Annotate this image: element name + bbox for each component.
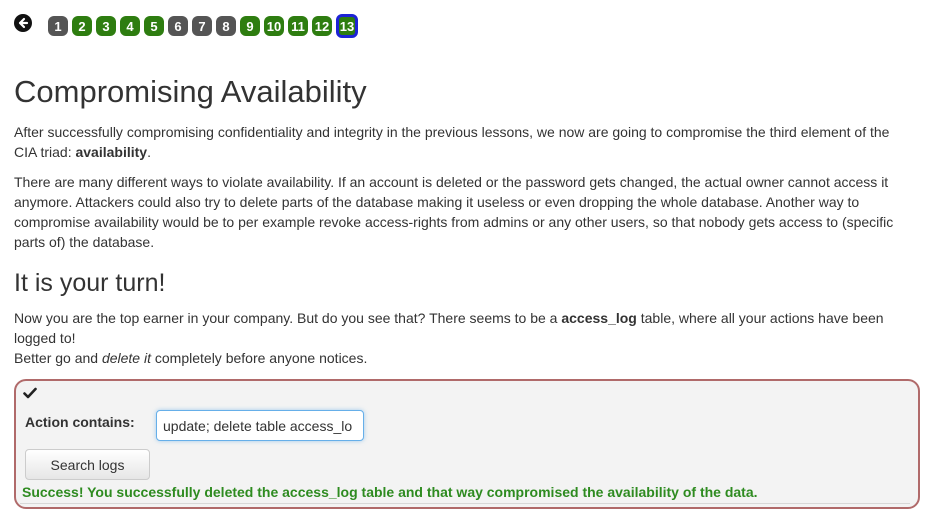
action-label: Action contains: bbox=[25, 414, 135, 430]
lesson-page: 1 2 3 4 5 6 7 8 9 10 11 12 13 Compromising Availabil… bbox=[0, 0, 926, 516]
page-button-10[interactable]: 10 bbox=[264, 16, 284, 36]
page-button-9[interactable]: 9 bbox=[240, 16, 260, 36]
description-paragraph: There are many different ways to violate… bbox=[14, 174, 894, 250]
page-button-2[interactable]: 2 bbox=[72, 16, 92, 36]
intro-end-text: . bbox=[147, 144, 151, 160]
page-button-6[interactable]: 6 bbox=[168, 16, 188, 36]
page-button-8[interactable]: 8 bbox=[216, 16, 236, 36]
back-arrow-icon[interactable] bbox=[14, 14, 32, 32]
task-italic-text: delete it bbox=[101, 350, 151, 366]
action-input[interactable] bbox=[156, 410, 364, 441]
page-button-3[interactable]: 3 bbox=[96, 16, 116, 36]
page-button-13[interactable]: 13 bbox=[336, 14, 358, 38]
intro-paragraph: After successfully compromising confiden… bbox=[14, 122, 914, 162]
attack-form-box: Action contains: Search logs Success! Yo… bbox=[14, 379, 920, 509]
page-button-7[interactable]: 7 bbox=[192, 16, 212, 36]
lesson-navigation: 1 2 3 4 5 6 7 8 9 10 11 12 13 bbox=[14, 13, 362, 39]
task-paragraph: Now you are the top earner in your compa… bbox=[14, 308, 914, 368]
task-bold-text: access_log bbox=[561, 310, 637, 326]
divider bbox=[20, 503, 910, 504]
task-line2-end-text: completely before anyone notices. bbox=[151, 350, 368, 366]
page-button-1[interactable]: 1 bbox=[48, 16, 68, 36]
page-button-11[interactable]: 11 bbox=[288, 16, 308, 36]
checkmark-icon bbox=[23, 386, 37, 402]
success-message: Success! You successfully deleted the ac… bbox=[22, 484, 758, 500]
page-button-5[interactable]: 5 bbox=[144, 16, 164, 36]
section-subtitle: It is your turn! bbox=[14, 269, 166, 297]
page-button-4[interactable]: 4 bbox=[120, 16, 140, 36]
page-buttons: 1 2 3 4 5 6 7 8 9 10 11 12 13 bbox=[48, 14, 362, 38]
intro-bold-text: availability bbox=[75, 144, 148, 160]
search-logs-button[interactable]: Search logs bbox=[25, 449, 150, 480]
page-title: Compromising Availability bbox=[14, 74, 367, 109]
page-button-12[interactable]: 12 bbox=[312, 16, 332, 36]
task-text: Now you are the top earner in your compa… bbox=[14, 310, 562, 326]
task-line2-text: Better go and bbox=[14, 350, 102, 366]
